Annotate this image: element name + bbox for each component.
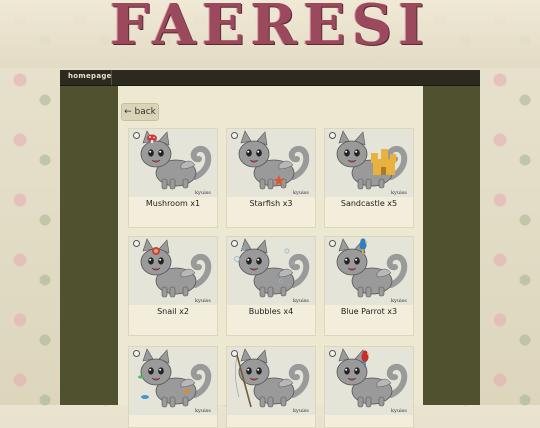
snail-icon: kyuiss (140, 238, 211, 304)
creature-image: kyuiss (129, 237, 217, 305)
creature-image: kyuiss (325, 237, 413, 305)
info-icon[interactable] (133, 132, 140, 139)
artist-signature: kyuiss (293, 298, 309, 304)
info-icon[interactable] (231, 240, 238, 247)
info-icon[interactable] (133, 240, 140, 247)
item-card[interactable]: kyuiss (324, 346, 414, 428)
artist-signature: kyuiss (391, 408, 407, 414)
nav-homepage-link[interactable]: homepage (68, 72, 112, 80)
info-icon[interactable] (329, 132, 336, 139)
item-card[interactable]: kyuiss Blue Parrot x3 (324, 236, 414, 336)
item-card[interactable]: kyuiss Starfish x3 (226, 128, 316, 228)
starfish-icon: kyuiss (238, 130, 309, 196)
bubbles-icon: kyuiss (234, 238, 309, 304)
item-card[interactable]: kyuiss Sandcastle x5 (324, 128, 414, 228)
artist-signature: kyuiss (195, 298, 211, 304)
info-icon[interactable] (133, 350, 140, 357)
content-panel: ← back kyuiss Mushroom x1 kyuiss Starfish x… (118, 86, 423, 428)
info-icon[interactable] (231, 132, 238, 139)
top-nav-bar: homepage (60, 70, 480, 86)
info-icon[interactable] (231, 350, 238, 357)
artist-signature: kyuiss (195, 408, 211, 414)
creature-image: kyuiss (227, 237, 315, 305)
item-label: Bubbles x4 (248, 307, 294, 316)
item-label: Blue Parrot x3 (340, 307, 398, 316)
info-icon[interactable] (329, 240, 336, 247)
artist-signature: kyuiss (195, 190, 211, 196)
back-button[interactable]: ← back (121, 103, 159, 121)
item-card[interactable]: kyuiss Bubbles x4 (226, 236, 316, 336)
item-card[interactable]: kyuiss Snail x2 (128, 236, 218, 336)
mushroom-icon: kyuiss (140, 130, 211, 196)
sandcastle-icon: kyuiss (336, 130, 407, 196)
item-card[interactable]: kyuiss (128, 346, 218, 428)
item-label: Starfish x3 (249, 199, 293, 208)
artist-signature: kyuiss (293, 408, 309, 414)
blue-parrot-icon: kyuiss (336, 238, 407, 304)
site-banner: FAERESI (0, 0, 540, 68)
artist-signature: kyuiss (391, 190, 407, 196)
creature-image: kyuiss (325, 129, 413, 197)
item-card[interactable]: kyuiss (226, 346, 316, 428)
item-label: Mushroom x1 (145, 199, 201, 208)
nav-divider (111, 70, 112, 85)
item-card[interactable]: kyuiss Mushroom x1 (128, 128, 218, 228)
item-label: Snail x2 (157, 307, 189, 316)
info-icon[interactable] (329, 350, 336, 357)
creature-image: kyuiss (129, 129, 217, 197)
creature-image: kyuiss (227, 129, 315, 197)
artist-signature: kyuiss (293, 190, 309, 196)
artist-signature: kyuiss (391, 298, 407, 304)
item-label: Sandcastle x5 (340, 199, 398, 208)
site-title: FAERESI (109, 0, 431, 58)
main-frame: homepage ← back kyuiss Mushroom x1 kyuiss S… (60, 70, 480, 428)
